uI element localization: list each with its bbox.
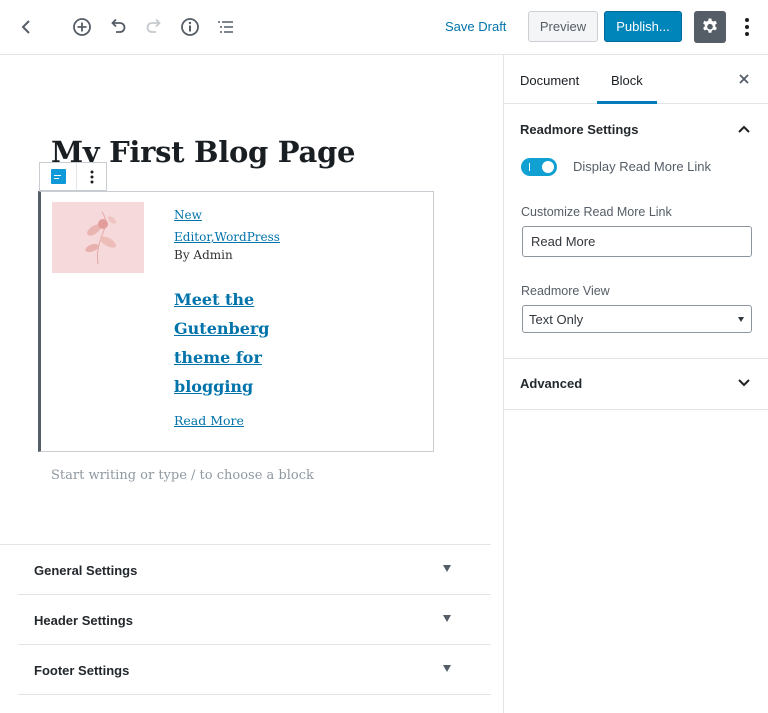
block-more-options-button[interactable]: [77, 163, 106, 190]
vertical-ellipsis-icon[interactable]: [733, 13, 761, 41]
post-categories: New Editor,WordPress: [174, 204, 280, 248]
post-thumbnail: [52, 202, 144, 273]
read-more-link[interactable]: Read More: [174, 413, 244, 428]
footer-settings-panel[interactable]: Footer Settings: [18, 645, 491, 695]
category-link[interactable]: New: [174, 204, 280, 226]
save-draft-button[interactable]: Save Draft: [445, 19, 506, 34]
advanced-panel-title[interactable]: Advanced: [520, 376, 582, 391]
readmore-settings-title[interactable]: Readmore Settings: [520, 122, 638, 137]
tab-document[interactable]: Document: [520, 73, 579, 88]
publish-button[interactable]: Publish...: [604, 11, 682, 42]
redo-icon[interactable]: [140, 13, 168, 41]
chevron-up-icon[interactable]: [737, 122, 751, 136]
close-icon[interactable]: [737, 72, 751, 86]
block-type-button[interactable]: [40, 163, 77, 190]
meta-boxes: General Settings Header Settings Footer …: [0, 544, 491, 695]
panel-label: General Settings: [34, 563, 138, 578]
block-appender[interactable]: Start writing or type / to choose a bloc…: [51, 468, 314, 483]
list-icon[interactable]: [212, 13, 240, 41]
block-type-icon: [50, 169, 66, 184]
general-settings-panel[interactable]: General Settings: [18, 545, 491, 595]
post-title-link[interactable]: Meet the Gutenberg theme for blogging: [174, 285, 294, 401]
caret-down-icon: [738, 317, 744, 322]
toggle-label: Display Read More Link: [573, 159, 712, 174]
read-more-text-input[interactable]: Read More: [522, 226, 752, 257]
post-author: By Admin: [174, 248, 233, 262]
plus-circle-icon[interactable]: [68, 13, 96, 41]
undo-icon[interactable]: [104, 13, 132, 41]
gear-icon: [703, 18, 717, 33]
settings-button[interactable]: [694, 11, 726, 43]
tab-block[interactable]: Block: [611, 73, 643, 88]
view-label: Readmore View: [521, 284, 610, 298]
info-icon[interactable]: [176, 13, 204, 41]
panel-label: Header Settings: [34, 613, 133, 628]
chevron-down-icon[interactable]: [737, 376, 751, 390]
settings-sidebar: Document Block Readmore Settings Display…: [503, 55, 768, 713]
selected-value: Text Only: [529, 312, 584, 327]
caret-down-icon: [443, 565, 451, 572]
read-more-toggle[interactable]: [521, 158, 557, 176]
chevron-left-icon[interactable]: [12, 13, 40, 41]
editor-header: Save Draft Preview Publish...: [0, 0, 768, 55]
divider: [504, 409, 768, 410]
active-tab-indicator: [597, 101, 657, 104]
readmore-view-select[interactable]: Text Only: [522, 305, 752, 333]
sidebar-tabs: Document Block: [504, 55, 768, 104]
category-link[interactable]: Editor,WordPress: [174, 226, 280, 248]
customize-label: Customize Read More Link: [521, 205, 672, 219]
block-toolbar: [39, 162, 107, 191]
editor-canvas: My First Blog Page New Editor,WordPress …: [0, 55, 503, 713]
vertical-ellipsis-icon: [90, 170, 93, 183]
divider: [504, 358, 768, 359]
blog-post-block[interactable]: New Editor,WordPress By Admin Meet the G…: [38, 191, 434, 452]
preview-button[interactable]: Preview: [528, 11, 598, 42]
header-settings-panel[interactable]: Header Settings: [18, 595, 491, 645]
caret-down-icon: [443, 665, 451, 672]
caret-down-icon: [443, 615, 451, 622]
panel-label: Footer Settings: [34, 663, 130, 678]
